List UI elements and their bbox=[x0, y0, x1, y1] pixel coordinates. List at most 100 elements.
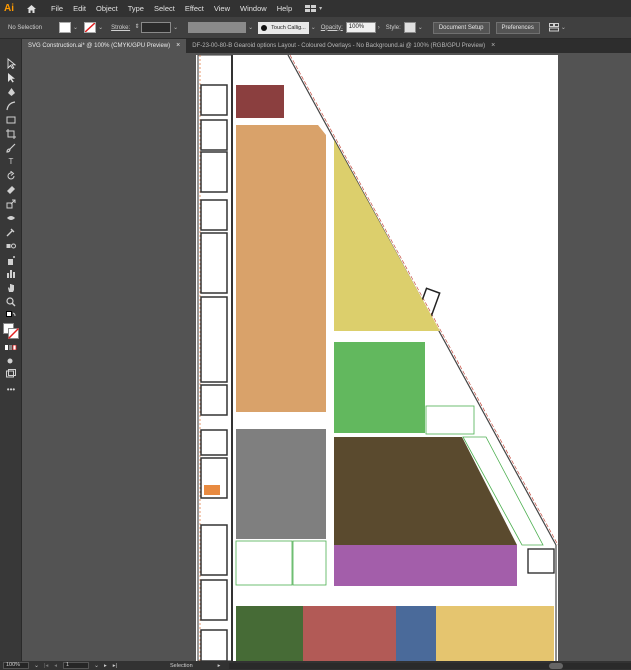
illustrator-logo: Ai bbox=[4, 3, 14, 14]
status-menu-icon[interactable]: ▸ bbox=[218, 663, 221, 669]
fill-stroke-swatch[interactable] bbox=[3, 323, 19, 339]
style-swatch[interactable] bbox=[403, 22, 416, 33]
chevron-down-icon[interactable]: ⌄ bbox=[173, 24, 178, 31]
menu-object[interactable]: Object bbox=[91, 0, 123, 17]
stroke-weight-input[interactable] bbox=[141, 22, 172, 33]
status-bar: 100% ⌄ |◂ ◂ 1 ⌄ ▸ ▸| Selection ▸ bbox=[0, 661, 631, 670]
tab-svg-construction[interactable]: SVG Construction.ai* @ 100% (CMYK/GPU Pr… bbox=[22, 39, 187, 53]
overlay-yellow bbox=[334, 140, 440, 331]
brush-name: Touch Callig... bbox=[271, 24, 306, 31]
default-fill-stroke-icon[interactable] bbox=[4, 309, 18, 322]
overlay-brown bbox=[334, 437, 517, 545]
menu-bar: Ai File Edit Object Type Select Effect V… bbox=[0, 0, 631, 17]
status-mode[interactable]: Selection bbox=[170, 663, 193, 669]
chevron-down-icon[interactable]: ⌄ bbox=[418, 24, 423, 31]
chevron-down-icon[interactable]: ⌄ bbox=[311, 24, 316, 31]
overlay-red bbox=[303, 606, 396, 661]
column-graph-tool-icon[interactable] bbox=[4, 267, 18, 280]
chevron-down-icon: ⌄ bbox=[560, 25, 566, 31]
direct-selection-tool-icon[interactable] bbox=[4, 71, 18, 84]
chevron-down-icon[interactable]: ⌄ bbox=[73, 24, 78, 31]
type-tool-icon[interactable]: T bbox=[4, 155, 18, 168]
color-mode-icon[interactable] bbox=[4, 341, 18, 354]
overlay-dark-green bbox=[236, 606, 303, 661]
selection-status: No Selection bbox=[8, 24, 43, 31]
curvature-tool-icon[interactable] bbox=[4, 99, 18, 112]
blend-tool-icon[interactable] bbox=[4, 239, 18, 252]
document-tabs: SVG Construction.ai* @ 100% (CMYK/GPU Pr… bbox=[22, 39, 631, 53]
previous-artboard-icon[interactable]: ◂ bbox=[54, 663, 57, 669]
overlay-green bbox=[334, 342, 425, 433]
menu-file[interactable]: File bbox=[46, 0, 68, 17]
brush-definition[interactable]: Touch Callig... bbox=[258, 21, 309, 34]
chevron-down-icon[interactable]: ⌄ bbox=[94, 662, 99, 669]
outline-green bbox=[235, 540, 293, 586]
selection-tool-icon[interactable] bbox=[4, 57, 18, 70]
variable-width-profile[interactable] bbox=[188, 22, 247, 33]
zoom-level-input[interactable]: 100% bbox=[3, 662, 29, 669]
document-setup-button[interactable]: Document Setup bbox=[432, 21, 490, 34]
tab-label: DF-23-00-80-B Gearoid options Layout - C… bbox=[192, 43, 486, 49]
paintbrush-tool-icon[interactable] bbox=[4, 141, 18, 154]
menu-view[interactable]: View bbox=[209, 0, 235, 17]
stair-block bbox=[204, 485, 220, 495]
more-tools-icon[interactable]: ••• bbox=[4, 383, 18, 396]
stroke-swatch[interactable] bbox=[84, 22, 97, 33]
close-icon[interactable]: × bbox=[491, 39, 495, 53]
brush-dot-icon bbox=[261, 24, 268, 31]
menu-select[interactable]: Select bbox=[149, 0, 180, 17]
floor-plan-drawing bbox=[197, 54, 559, 662]
building-feature bbox=[527, 548, 555, 574]
zoom-tool-icon[interactable] bbox=[4, 295, 18, 308]
outline-green bbox=[292, 540, 327, 586]
width-tool-icon[interactable] bbox=[4, 211, 18, 224]
preferences-button[interactable]: Preferences bbox=[495, 21, 540, 34]
opacity-input[interactable]: 100% bbox=[345, 22, 376, 33]
stroke-label: Stroke: bbox=[111, 24, 131, 31]
control-bar: No Selection ⌄ ⌄ Stroke: ⇕ ⌄ ⌄ Touch Cal… bbox=[0, 17, 631, 39]
horizontal-scrollbar[interactable] bbox=[229, 662, 631, 669]
chevron-down-icon: ▾ bbox=[319, 6, 323, 12]
opacity-label[interactable]: Opacity: bbox=[321, 25, 343, 31]
artboard[interactable] bbox=[196, 54, 559, 662]
eyedropper-tool-icon[interactable] bbox=[4, 225, 18, 238]
tools-panel: T ••• bbox=[0, 39, 22, 661]
menu-effect[interactable]: Effect bbox=[180, 0, 209, 17]
rotate-tool-icon[interactable] bbox=[4, 169, 18, 182]
chevron-down-icon[interactable]: ⌄ bbox=[34, 662, 39, 669]
last-artboard-icon[interactable]: ▸| bbox=[113, 663, 117, 669]
tab-gearoid-layout[interactable]: DF-23-00-80-B Gearoid options Layout - C… bbox=[186, 39, 501, 53]
artboard-number-input[interactable]: 1 bbox=[63, 662, 89, 669]
overlay-purple bbox=[334, 545, 517, 586]
chevron-right-icon[interactable]: › bbox=[378, 25, 380, 31]
next-artboard-icon[interactable]: ▸ bbox=[104, 663, 107, 669]
tab-label: SVG Construction.ai* @ 100% (CMYK/GPU Pr… bbox=[28, 43, 171, 49]
rectangle-tool-icon[interactable] bbox=[4, 113, 18, 126]
workspace-switcher-icon[interactable]: ▾ bbox=[305, 4, 324, 13]
screen-mode-icon[interactable] bbox=[4, 367, 18, 380]
home-icon[interactable] bbox=[22, 0, 40, 17]
menu-edit[interactable]: Edit bbox=[68, 0, 91, 17]
hand-tool-icon[interactable] bbox=[4, 281, 18, 294]
menu-window[interactable]: Window bbox=[235, 0, 272, 17]
scale-tool-icon[interactable] bbox=[4, 197, 18, 210]
chevron-down-icon[interactable]: ⌄ bbox=[248, 24, 253, 31]
arrange-documents-icon[interactable]: ⌄ bbox=[548, 23, 568, 32]
eraser-tool-icon[interactable] bbox=[4, 183, 18, 196]
close-icon[interactable]: × bbox=[176, 39, 180, 53]
artboard-tool-icon[interactable] bbox=[4, 127, 18, 140]
scrollbar-thumb[interactable] bbox=[549, 662, 564, 669]
chevron-down-icon[interactable]: ⌄ bbox=[98, 24, 103, 31]
overlay-maroon bbox=[236, 85, 284, 118]
menu-help[interactable]: Help bbox=[272, 0, 297, 17]
pen-tool-icon[interactable] bbox=[4, 85, 18, 98]
menu-type[interactable]: Type bbox=[123, 0, 149, 17]
style-label: Style: bbox=[385, 24, 401, 31]
draw-mode-icon[interactable] bbox=[4, 354, 18, 367]
symbol-sprayer-tool-icon[interactable] bbox=[4, 253, 18, 266]
outline-green bbox=[425, 405, 475, 435]
first-artboard-icon[interactable]: |◂ bbox=[44, 663, 48, 669]
overlay-gray bbox=[236, 429, 326, 539]
stroke-weight-stepper[interactable]: ⇕ bbox=[133, 22, 142, 33]
fill-swatch[interactable] bbox=[59, 22, 72, 33]
